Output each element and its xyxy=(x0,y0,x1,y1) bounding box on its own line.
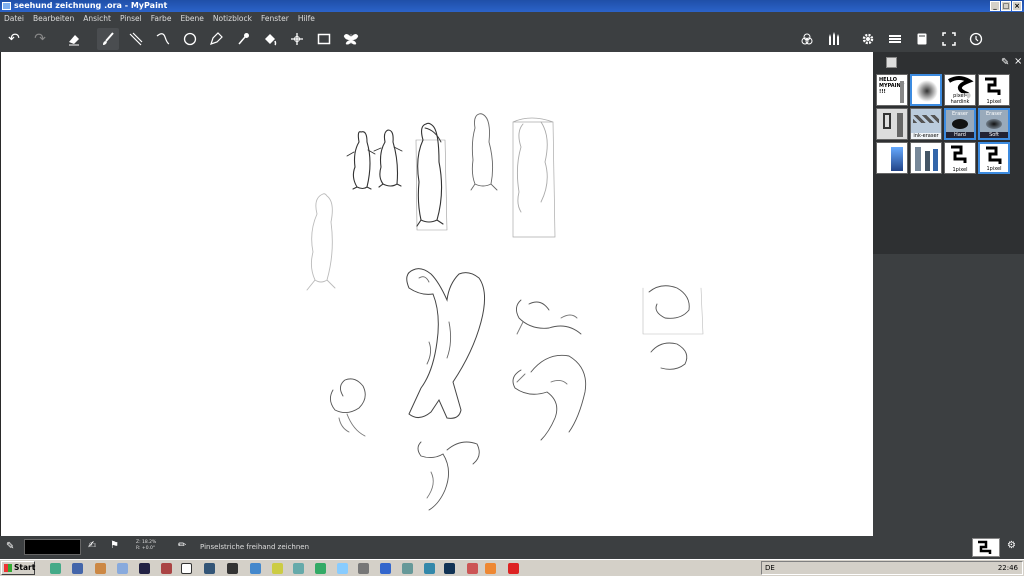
current-color-swatch[interactable] xyxy=(24,539,81,555)
menu-notizblock[interactable]: Notizblock xyxy=(213,14,252,23)
tools-icon[interactable]: ✎ xyxy=(1001,57,1009,68)
brush-ink-eraser[interactable]: ink-eraser xyxy=(910,108,942,140)
quicklaunch-icon[interactable] xyxy=(117,563,128,574)
frame-icon[interactable] xyxy=(313,28,335,50)
quicklaunch-icon[interactable] xyxy=(337,563,348,574)
brush-icon[interactable] xyxy=(97,28,119,50)
ellipse-icon[interactable] xyxy=(179,28,201,50)
quicklaunch-icon[interactable] xyxy=(315,563,326,574)
brush-pencils[interactable] xyxy=(910,142,942,174)
brush-1pixel-a[interactable]: 1pixel xyxy=(978,74,1010,106)
edit-icon[interactable]: ✍ xyxy=(88,540,96,551)
current-brush-preview[interactable] xyxy=(972,538,1000,557)
brush-airbrush[interactable] xyxy=(910,74,942,106)
eraser-icon[interactable] xyxy=(63,28,85,50)
color-wheel-icon[interactable] xyxy=(796,28,818,50)
brush-hello[interactable]: HELLO MYPAINT !!! xyxy=(876,74,908,106)
brush-blue[interactable] xyxy=(876,142,908,174)
language-indicator[interactable]: DE xyxy=(765,564,775,572)
quicklaunch-icon[interactable] xyxy=(161,563,172,574)
mypaint-app-icon xyxy=(2,2,11,10)
mypaint-task-icon[interactable] xyxy=(181,563,192,574)
menu-ebene[interactable]: Ebene xyxy=(180,14,203,23)
history-icon[interactable] xyxy=(965,28,987,50)
minimize-button[interactable]: _ xyxy=(990,1,1000,11)
status-bar: ✎ ✍ ⚑ Z: 18.2% R: +0.0° ✏ Pinselstriche … xyxy=(0,536,1024,559)
menu-ansicht[interactable]: Ansicht xyxy=(83,14,111,23)
rotation-readout: R: +0.0° xyxy=(136,546,156,551)
eyedropper-icon[interactable] xyxy=(232,28,254,50)
menu-bearbeiten[interactable]: Bearbeiten xyxy=(33,14,74,23)
menu-bar: Datei Bearbeiten Ansicht Pinsel Farbe Eb… xyxy=(0,12,1024,25)
brushes-icon[interactable] xyxy=(823,28,845,50)
quicklaunch-icon[interactable] xyxy=(293,563,304,574)
gear-icon[interactable] xyxy=(857,28,879,50)
scratchpad-icon[interactable] xyxy=(911,28,933,50)
eyedropper-status-icon[interactable]: ✎ xyxy=(6,541,14,552)
quicklaunch-icon[interactable] xyxy=(424,563,435,574)
quicklaunch-icon[interactable] xyxy=(72,563,83,574)
quicklaunch-icon[interactable] xyxy=(139,563,150,574)
clock[interactable]: 22:46 xyxy=(998,564,1018,572)
main-toolbar: ↶ ↷ xyxy=(0,25,1024,52)
brush-grid: HELLO MYPAINT !!! pixel-hardink 1pixel i… xyxy=(876,74,1010,174)
brush-tools[interactable] xyxy=(876,108,908,140)
window-title-bar[interactable]: seehund zeichnung .ora - MyPaint _ □ × xyxy=(0,0,1024,12)
close-panel-icon[interactable]: × xyxy=(1014,56,1022,67)
freehand-brush-icon: ✏ xyxy=(178,540,187,551)
quicklaunch-icon[interactable] xyxy=(227,563,238,574)
quicklaunch-icon[interactable] xyxy=(250,563,261,574)
undo-icon[interactable]: ↶ xyxy=(3,28,25,50)
fill-icon[interactable] xyxy=(259,28,281,50)
quicklaunch-icon[interactable] xyxy=(444,563,455,574)
system-tray: DE 22:46 xyxy=(761,561,1023,575)
quicklaunch-icon[interactable] xyxy=(380,563,391,574)
windows-taskbar: Start DE 22:46 xyxy=(0,559,1024,576)
brush-panel: ✎ × HELLO MYPAINT !!! pixel-hardink 1pix… xyxy=(873,52,1024,254)
curve-icon[interactable] xyxy=(152,28,174,50)
maximize-button[interactable]: □ xyxy=(1001,1,1011,11)
brush-eraser-soft[interactable]: Eraser Soft xyxy=(978,108,1010,140)
menu-fenster[interactable]: Fenster xyxy=(261,14,289,23)
drawing-canvas[interactable] xyxy=(0,52,873,536)
menu-pinsel[interactable]: Pinsel xyxy=(120,14,142,23)
redo-icon[interactable]: ↷ xyxy=(29,28,51,50)
lines-icon[interactable] xyxy=(125,28,147,50)
menu-farbe[interactable]: Farbe xyxy=(151,14,172,23)
close-button[interactable]: × xyxy=(1012,1,1022,11)
menu-datei[interactable]: Datei xyxy=(4,14,24,23)
window-title: seehund zeichnung .ora - MyPaint xyxy=(14,1,168,10)
start-button[interactable]: Start xyxy=(1,561,35,575)
quicklaunch-icon[interactable] xyxy=(95,563,106,574)
quicklaunch-icon[interactable] xyxy=(272,563,283,574)
quicklaunch-icon[interactable] xyxy=(204,563,215,574)
menu-hilfe[interactable]: Hilfe xyxy=(298,14,315,23)
quicklaunch-icon[interactable] xyxy=(508,563,519,574)
status-message: Pinselstriche freihand zeichnen xyxy=(200,543,310,551)
ink-icon[interactable] xyxy=(205,28,227,50)
fullscreen-icon[interactable] xyxy=(938,28,960,50)
seal-sketches xyxy=(306,113,704,511)
flag-icon[interactable]: ⚑ xyxy=(110,540,119,551)
brush-pixel-hardink[interactable]: pixel-hardink xyxy=(944,74,976,106)
brush-1pixel-b[interactable]: 1pixel xyxy=(944,142,976,174)
brush-1pixel-c[interactable]: 1pixel xyxy=(978,142,1010,174)
brush-sidebar: ✎ × HELLO MYPAINT !!! pixel-hardink 1pix… xyxy=(873,52,1024,536)
move-icon[interactable] xyxy=(286,28,308,50)
layers-icon[interactable] xyxy=(884,28,906,50)
quicklaunch-icon[interactable] xyxy=(358,563,369,574)
settings-status-icon[interactable]: ⚙ xyxy=(1007,540,1016,551)
quicklaunch-icon[interactable] xyxy=(467,563,478,574)
quicklaunch-icon[interactable] xyxy=(402,563,413,574)
brush-group-icon[interactable] xyxy=(886,57,897,68)
quicklaunch-icon[interactable] xyxy=(485,563,496,574)
quicklaunch-icon[interactable] xyxy=(50,563,61,574)
brush-eraser-hard[interactable]: Eraser Hard xyxy=(944,108,976,140)
symmetry-icon[interactable] xyxy=(340,28,362,50)
